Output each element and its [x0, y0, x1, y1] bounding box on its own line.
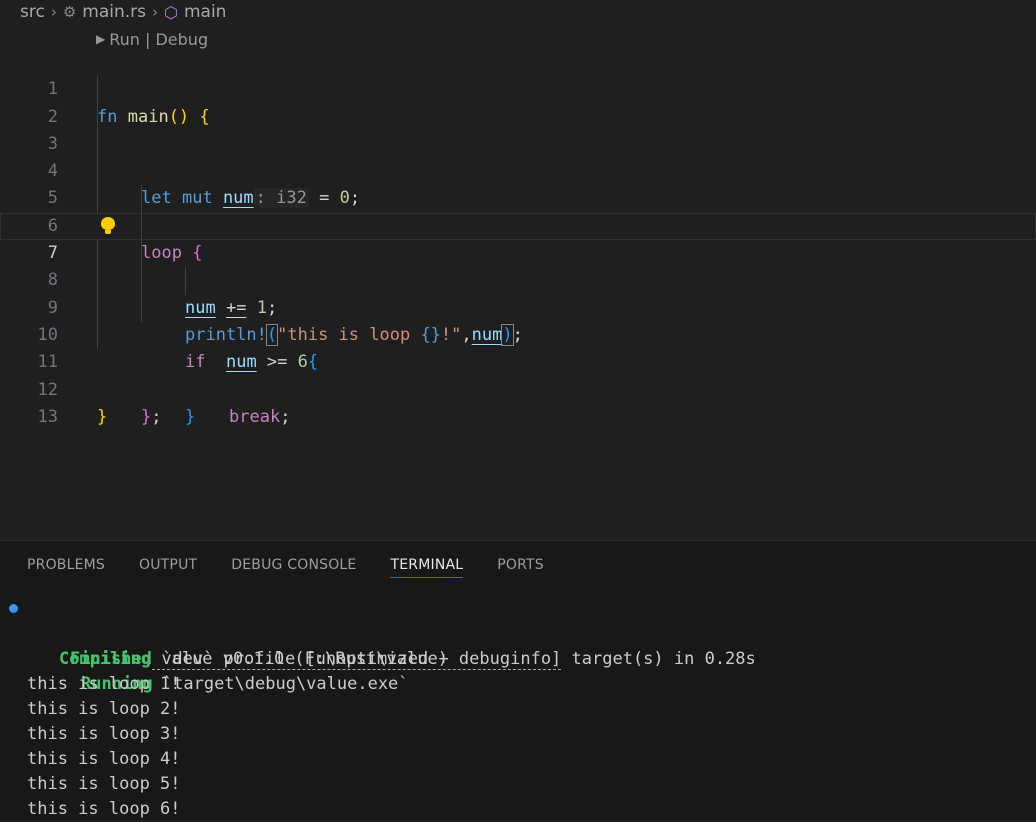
tab-debug-console[interactable]: DEBUG CONSOLE — [231, 553, 356, 578]
indent-guide — [141, 267, 142, 295]
codelens-label[interactable]: Run | Debug — [109, 30, 208, 49]
code-line[interactable]: 1 fn main() { — [0, 49, 1036, 126]
semicolon: ; — [151, 406, 162, 427]
chevron-right-icon: › — [50, 3, 57, 21]
brace: } — [97, 406, 108, 427]
code-line[interactable]: 5 loop { — [0, 158, 1036, 263]
breadcrumb-folder[interactable]: src — [20, 2, 45, 22]
terminal-line: Running `target\debug\value.exe` — [0, 647, 1036, 694]
code-line[interactable]: 12 } — [0, 349, 1036, 427]
terminal-output-line: this is loop 2! — [27, 699, 181, 719]
terminal-output-line: this is loop 4! — [27, 749, 181, 769]
indent-guide — [97, 185, 98, 213]
semicolon: ; — [280, 406, 291, 427]
terminal-line: Compiling value v0.1.0 (F:\Rust\value) — [0, 597, 1036, 669]
breadcrumb-symbol[interactable]: main — [184, 2, 226, 22]
brace: } — [185, 406, 196, 427]
tab-terminal[interactable]: TERMINAL — [390, 553, 464, 578]
code-line[interactable]: 3 let mut num: i32 = 0; — [0, 103, 1036, 209]
lightbulb-icon[interactable] — [101, 216, 115, 236]
code-line-active[interactable]: 7 println!("this is loop {}!",num); — [0, 212, 1036, 346]
code-line[interactable]: 10 } — [0, 294, 1036, 427]
play-icon: ▶ — [96, 32, 106, 46]
tab-output[interactable]: OUTPUT — [139, 553, 197, 578]
terminal-output-line: this is loop 6! — [27, 799, 181, 819]
code-line[interactable]: 11 }; — [0, 321, 1036, 427]
indent-guide — [141, 294, 142, 322]
code-line[interactable]: 4 — [0, 130, 1036, 181]
command-decoration-icon[interactable] — [9, 604, 18, 613]
symbol-method-icon: ⬡ — [164, 2, 178, 22]
indent-guide — [141, 185, 142, 213]
breadcrumb: src › ⚙ main.rs › ⬡ main — [20, 0, 226, 24]
line-number: 13 — [37, 406, 58, 427]
indent-guide — [97, 130, 98, 159]
code-line[interactable]: 6 num += 1; — [0, 185, 1036, 318]
indent-guide — [97, 294, 98, 322]
code-line[interactable]: 9 break; — [0, 267, 1036, 427]
indent-guide — [97, 321, 98, 350]
breadcrumb-file[interactable]: main.rs — [82, 2, 146, 22]
indent-guide — [97, 267, 98, 295]
indent-guide — [97, 76, 98, 104]
code-line[interactable]: 8 if num >= 6{ — [0, 240, 1036, 372]
code-line[interactable]: 13 — [0, 377, 1036, 427]
indent-guide — [141, 212, 142, 241]
indent-guide — [141, 240, 142, 268]
codelens-run-debug[interactable]: ▶ Run | Debug — [96, 28, 208, 50]
terminal-output-line: this is loop 3! — [27, 724, 181, 744]
terminal[interactable]: Compiling value v0.1.0 (F:\Rust\value) F… — [0, 597, 1036, 822]
terminal-output-line: this is loop 1! — [27, 674, 181, 694]
tab-problems[interactable]: PROBLEMS — [27, 553, 105, 578]
brace: } — [141, 406, 152, 427]
indent-guide — [97, 240, 98, 268]
tab-ports[interactable]: PORTS — [497, 553, 544, 578]
code-editor[interactable]: 1 fn main() { 2 3 let mut num: i32 = 0; … — [0, 49, 1036, 427]
terminal-output-line: this is loop 5! — [27, 774, 181, 794]
rust-file-icon: ⚙ — [62, 3, 77, 21]
bottom-panel: PROBLEMS OUTPUT DEBUG CONSOLE TERMINAL P… — [0, 540, 1036, 820]
chevron-right-icon: › — [152, 3, 159, 21]
indent-guide — [185, 267, 186, 295]
indent-guide — [97, 158, 98, 186]
code-line[interactable]: 2 — [0, 76, 1036, 127]
panel-tabs: PROBLEMS OUTPUT DEBUG CONSOLE TERMINAL P… — [27, 553, 578, 578]
indent-guide — [97, 103, 98, 131]
keyword-break: break — [229, 406, 281, 427]
terminal-line: Finished `dev` profile [unoptimized + de… — [0, 622, 1036, 670]
